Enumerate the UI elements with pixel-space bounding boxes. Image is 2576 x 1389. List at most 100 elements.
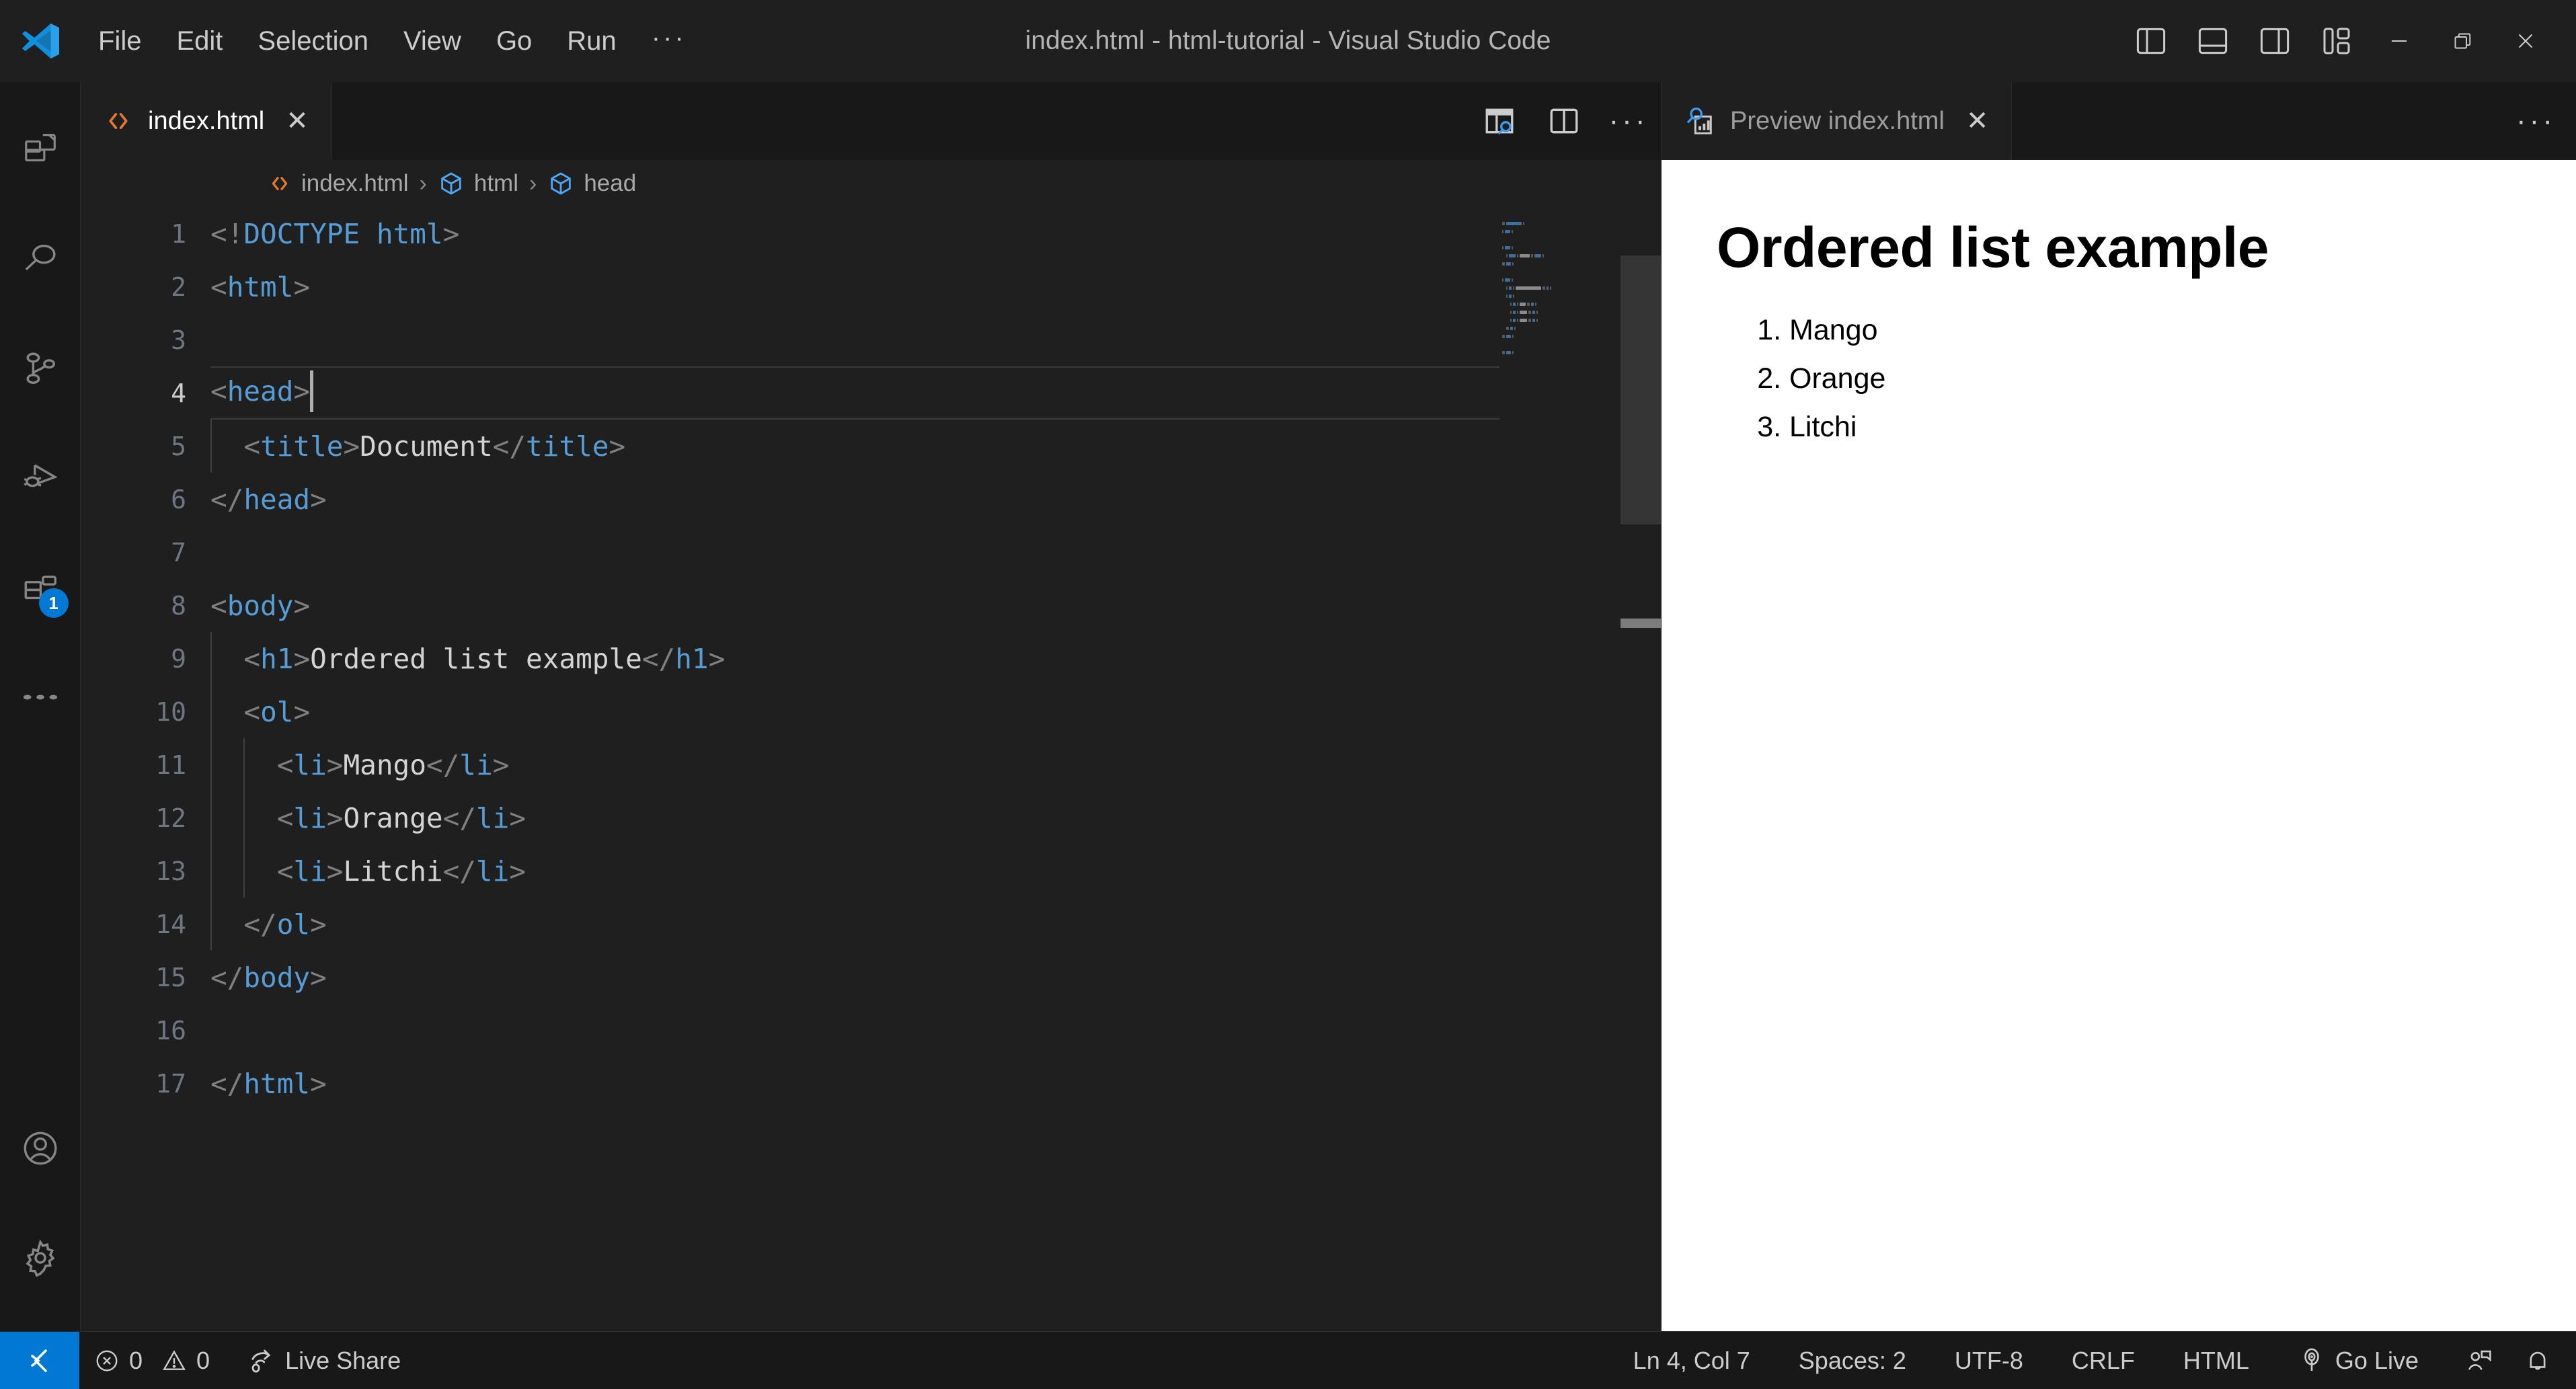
code-line[interactable]: 15 </body>: [81, 951, 1661, 1004]
sidebar-item-more[interactable]: [0, 642, 81, 752]
minimap-token: [1528, 310, 1531, 314]
code-line[interactable]: 10 <ol>: [81, 685, 1661, 738]
code-line[interactable]: 2 <html>: [81, 260, 1661, 313]
code-line[interactable]: 5 <title>Document</title>: [81, 420, 1661, 473]
minimap-line: [1499, 284, 1621, 292]
code-line[interactable]: 12 <li>Orange</li>: [81, 791, 1661, 844]
code-line[interactable]: 1 <!DOCTYPE html>: [81, 207, 1661, 260]
sidebar-item-search[interactable]: [0, 204, 81, 313]
minimap-line: [1499, 308, 1621, 316]
window-restore-button[interactable]: [2431, 0, 2494, 82]
code-line[interactable]: 16: [81, 1004, 1661, 1057]
minimap-token: [1515, 286, 1541, 290]
scrollbar-slider[interactable]: [1621, 255, 1661, 524]
window-close-button[interactable]: [2494, 0, 2557, 82]
breadcrumb-item-head[interactable]: head: [547, 170, 636, 197]
code-line[interactable]: 6 </head>: [81, 473, 1661, 526]
minimap-line: [1499, 251, 1621, 260]
code-line[interactable]: 8 <body>: [81, 579, 1661, 632]
code-line[interactable]: 17 </html>: [81, 1057, 1661, 1110]
code-lines[interactable]: 1 <!DOCTYPE html> 2 <html> 3 4 <head> 5 <title>…: [81, 207, 1661, 1331]
minimap-token: [1506, 350, 1512, 354]
code-line[interactable]: 14 </ol>: [81, 898, 1661, 951]
minimap-token: [1512, 294, 1514, 298]
toggle-primary-sidebar-icon[interactable]: [2120, 0, 2182, 82]
open-preview-to-side-icon[interactable]: [1467, 82, 1532, 160]
token-pun: </: [442, 855, 476, 887]
notifications-bell-icon[interactable]: [2509, 1332, 2567, 1389]
minimap-token: [1516, 318, 1518, 322]
menu-more[interactable]: ···: [634, 24, 704, 58]
sidebar-item-explorer[interactable]: [0, 94, 81, 204]
code-line[interactable]: 3: [81, 313, 1661, 366]
token-txt: Litchi: [343, 855, 443, 887]
minimap-token: [1516, 253, 1518, 257]
indentation-status[interactable]: Spaces: 2: [1784, 1332, 1921, 1389]
tab-close-icon[interactable]: ✕: [279, 108, 309, 134]
token-pun: <: [210, 589, 227, 622]
preview-tab-close-icon[interactable]: ✕: [1959, 108, 1989, 134]
sidebar-item-source-control[interactable]: [0, 313, 81, 423]
accounts-icon[interactable]: [0, 1093, 81, 1203]
token-pun: </: [442, 801, 476, 834]
menu-file[interactable]: File: [81, 21, 159, 61]
go-live-status[interactable]: Go Live: [2283, 1332, 2433, 1389]
menu-edit[interactable]: Edit: [159, 21, 240, 61]
breadcrumb-item-file[interactable]: index.html: [268, 170, 409, 197]
token-tag: li: [475, 855, 510, 887]
code-line[interactable]: 7: [81, 526, 1661, 579]
line-number: 14: [155, 909, 186, 939]
minimap-token: [1512, 286, 1514, 290]
overview-ruler-cursor-tick: [1621, 619, 1661, 628]
menu-selection[interactable]: Selection: [240, 21, 386, 61]
menu-go[interactable]: Go: [479, 21, 549, 61]
problems-status[interactable]: 0 0: [79, 1332, 225, 1389]
code-line[interactable]: 13 <li>Litchi</li>: [81, 844, 1661, 898]
settings-gear-icon[interactable]: [0, 1203, 81, 1312]
encoding-status[interactable]: UTF-8: [1940, 1332, 2038, 1389]
code-line[interactable]: 4 <head>: [81, 366, 1661, 420]
language-mode-status[interactable]: HTML: [2169, 1332, 2264, 1389]
minimap-token: [1506, 262, 1512, 266]
toggle-panel-icon[interactable]: [2182, 0, 2244, 82]
token-pun: <: [210, 642, 261, 675]
indent-guide: [210, 898, 212, 951]
split-editor-right-icon[interactable]: [1532, 82, 1596, 160]
minimap-token: [1511, 245, 1513, 249]
token-pun: >: [609, 430, 626, 463]
menu-run[interactable]: Run: [549, 21, 633, 61]
breadcrumb-item-html[interactable]: html: [438, 170, 518, 197]
feedback-icon[interactable]: [2451, 1332, 2509, 1389]
token-tag: html: [243, 1067, 311, 1100]
preview-list-item: Mango: [1789, 306, 2534, 354]
minimap[interactable]: [1499, 207, 1621, 1331]
code-line[interactable]: 11 <li>Mango</li>: [81, 738, 1661, 791]
window-minimize-button[interactable]: [2368, 0, 2431, 82]
toggle-secondary-sidebar-icon[interactable]: [2244, 0, 2306, 82]
minimap-token: [1527, 302, 1530, 306]
status-bar: 0 0 Live Share Ln 4, Col 7 Spaces: 2 UTF…: [0, 1331, 2576, 1389]
cursor-position-status[interactable]: Ln 4, Col 7: [1618, 1332, 1765, 1389]
remote-window-icon[interactable]: [0, 1332, 79, 1389]
code-line[interactable]: 9 <h1>Ordered list example</h1>: [81, 632, 1661, 685]
editor-more-actions-icon[interactable]: ···: [1596, 82, 1661, 160]
minimap-token: [1516, 302, 1518, 306]
tab-preview-index-html[interactable]: Preview index.html ✕: [1662, 82, 2013, 160]
preview-more-actions-icon[interactable]: ···: [2516, 106, 2556, 136]
sidebar-item-extensions[interactable]: 1: [0, 532, 81, 642]
minimap-token: [1513, 318, 1516, 322]
tab-index-html[interactable]: index.html ✕: [81, 82, 332, 160]
eol-status[interactable]: CRLF: [2057, 1332, 2150, 1389]
menu-view[interactable]: View: [386, 21, 479, 61]
token-pun: >: [293, 589, 311, 622]
token-tag: body: [227, 589, 294, 622]
customize-layout-icon[interactable]: [2306, 0, 2368, 82]
sidebar-item-run-and-debug[interactable]: [0, 423, 81, 532]
code-editor[interactable]: 1 <!DOCTYPE html> 2 <html> 3 4 <head> 5 <title>…: [81, 207, 1661, 1331]
indent-guide: [210, 685, 212, 738]
editor-vertical-scrollbar[interactable]: [1621, 207, 1661, 1331]
minimap-line: [1499, 260, 1621, 268]
symbol-field-icon: [547, 170, 574, 197]
minimap-token: [1511, 278, 1513, 282]
live-share-status[interactable]: Live Share: [225, 1332, 416, 1389]
